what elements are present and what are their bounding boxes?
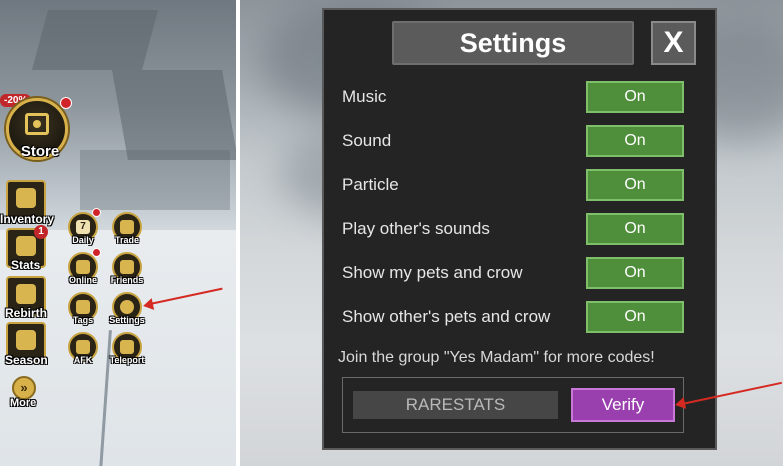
screenshot-stage: -20% Store Inventory 1 Stats Rebirth Sea… <box>0 0 783 466</box>
settings-gear-icon <box>120 300 134 314</box>
background-rock <box>112 70 236 160</box>
setting-label: Sound <box>342 131 392 150</box>
tags-label: Tags <box>72 315 94 325</box>
setting-label: Show my pets and crow <box>342 263 523 282</box>
group-codes-note: Join the group "Yes Madam" for more code… <box>338 349 655 366</box>
trade-label: Trade <box>114 235 139 245</box>
friends-icon <box>120 260 134 274</box>
dialog-title-bar: Settings <box>392 21 634 65</box>
daily-notification-dot <box>92 208 101 217</box>
store-icon <box>25 113 49 135</box>
setting-row-particle: Particle On <box>342 169 687 201</box>
online-notification-dot <box>92 248 101 257</box>
settings-dialog: Settings X Music On Sound On Particle On… <box>322 8 717 450</box>
dialog-title: Settings <box>459 28 567 58</box>
setting-label: Play other's sounds <box>342 219 490 238</box>
more-label: More <box>10 397 37 409</box>
trade-icon <box>120 220 134 234</box>
afk-label: AFK <box>73 355 93 365</box>
online-icon <box>76 260 90 274</box>
setting-label: Particle <box>342 175 399 194</box>
close-icon: X <box>663 26 684 59</box>
more-icon: » <box>20 380 28 395</box>
friends-label: Friends <box>110 275 144 285</box>
particle-toggle[interactable]: On <box>586 169 684 201</box>
stats-icon <box>16 236 36 256</box>
rebirth-label: Rebirth <box>5 306 47 320</box>
code-redeem-box: Verify <box>342 377 684 433</box>
daily-label: Daily <box>72 235 94 245</box>
music-toggle[interactable]: On <box>586 81 684 113</box>
annotation-arrowhead <box>141 298 155 312</box>
tags-icon <box>76 300 90 314</box>
setting-row-sound: Sound On <box>342 125 687 157</box>
stats-label: Stats <box>11 258 41 272</box>
background-rock <box>80 150 230 210</box>
store-notification-dot <box>60 97 72 109</box>
sound-toggle[interactable]: On <box>586 125 684 157</box>
show-others-pets-toggle[interactable]: On <box>586 301 684 333</box>
store-button[interactable]: Store <box>6 98 68 160</box>
rebirth-icon <box>16 284 36 304</box>
settings-label: Settings <box>109 315 145 325</box>
annotation-arrowhead <box>673 397 687 411</box>
store-label: Store <box>20 143 60 160</box>
online-label: Online <box>68 275 97 285</box>
setting-label: Show other's pets and crow <box>342 307 551 326</box>
play-others-sounds-toggle[interactable]: On <box>586 213 684 245</box>
afk-icon <box>76 340 90 354</box>
setting-label: Music <box>342 87 387 106</box>
setting-row-show-others-pets: Show other's pets and crow On <box>342 301 687 333</box>
background-rock <box>31 10 159 70</box>
season-icon <box>16 330 36 350</box>
show-my-pets-toggle[interactable]: On <box>586 257 684 289</box>
inventory-label: Inventory <box>0 212 55 226</box>
close-button[interactable]: X <box>651 21 696 65</box>
season-label: Season <box>5 353 48 367</box>
stats-count-badge: 1 <box>34 225 48 239</box>
setting-row-music: Music On <box>342 81 687 113</box>
setting-row-show-my-pets: Show my pets and crow On <box>342 257 687 289</box>
code-input[interactable] <box>353 391 558 419</box>
teleport-label: Teleport <box>109 355 145 365</box>
daily-calendar-icon: 7 <box>76 220 90 234</box>
inventory-icon <box>16 188 36 208</box>
game-hud-panel: -20% Store Inventory 1 Stats Rebirth Sea… <box>0 0 236 466</box>
setting-row-play-others-sounds: Play other's sounds On <box>342 213 687 245</box>
verify-button[interactable]: Verify <box>571 388 675 422</box>
teleport-icon <box>120 340 134 354</box>
